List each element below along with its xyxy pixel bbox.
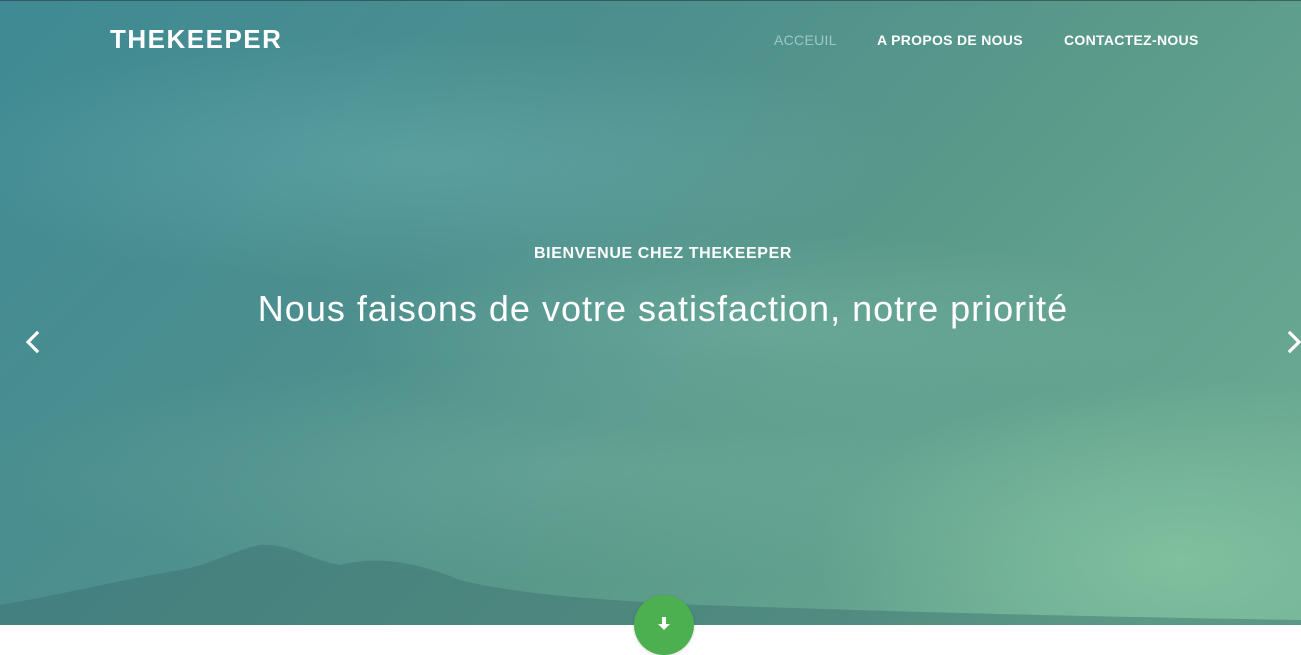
hero-title: Nous faisons de votre satisfaction, notr… [257,288,1069,329]
carousel-prev-button[interactable] [18,326,50,358]
chevron-right-icon [1287,330,1301,354]
nav-link-contact[interactable]: CONTACTEZ-NOUS [1064,32,1199,48]
hero-carousel: THEKEEPER ACCEUIL A PROPOS DE NOUS CONTA… [0,0,1301,625]
nav-link-a-propos[interactable]: A PROPOS DE NOUS [877,32,1023,48]
brand-logo[interactable]: THEKEEPER [110,24,282,55]
carousel-next-button[interactable] [1280,326,1301,358]
scroll-down-button[interactable] [634,595,694,655]
hero-subtitle: BIENVENUE CHEZ THEKEEPER [534,245,792,262]
chevron-left-icon [25,330,40,354]
nav-link-accueil[interactable]: ACCEUIL [774,32,837,48]
navbar: THEKEEPER ACCEUIL A PROPOS DE NOUS CONTA… [0,0,1301,80]
arrow-down-icon [658,617,670,630]
